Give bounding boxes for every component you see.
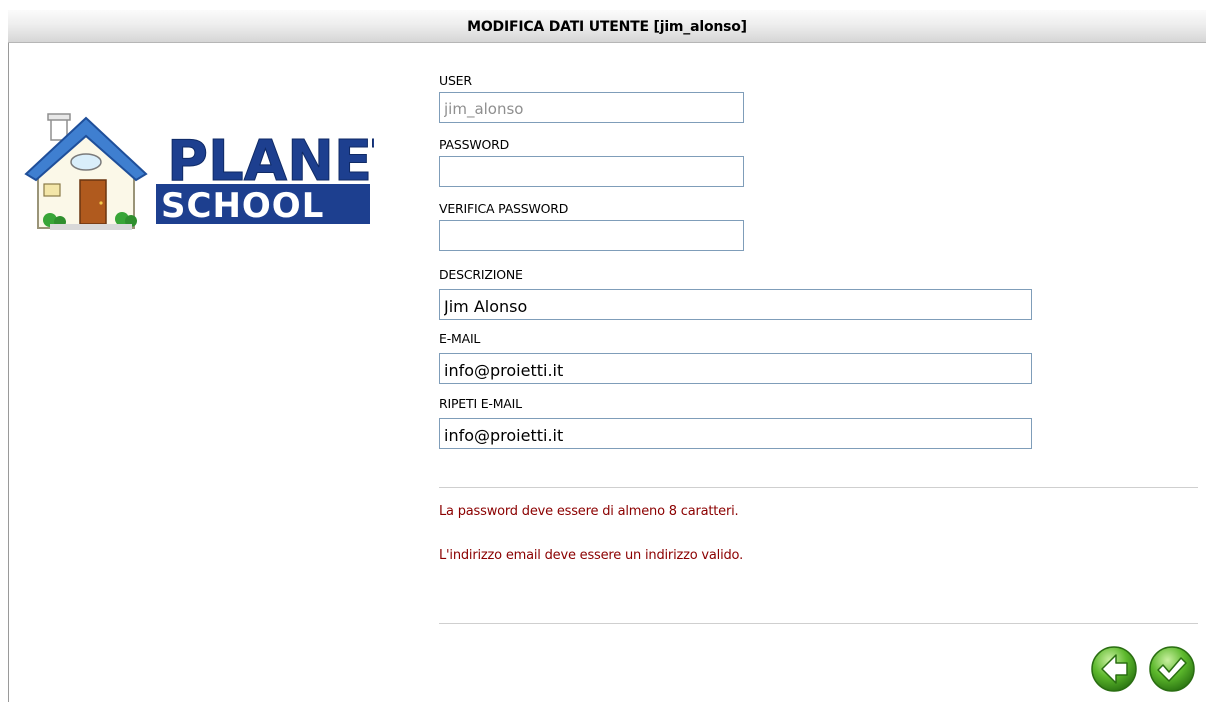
divider xyxy=(439,623,1198,624)
planet-school-logo: PLANET SCHOOL xyxy=(24,113,374,230)
house-icon xyxy=(24,113,148,230)
description-label: DESCRIZIONE xyxy=(439,267,523,282)
user-label: USER xyxy=(439,73,472,88)
password-input[interactable] xyxy=(439,156,744,187)
user-input[interactable] xyxy=(439,92,744,123)
error-message: L'indirizzo email deve essere un indiriz… xyxy=(439,548,744,563)
password-label: PASSWORD xyxy=(439,137,510,152)
email-label: E-MAIL xyxy=(439,331,481,346)
repeat-email-label: RIPETI E-MAIL xyxy=(439,396,522,411)
logo-text-school: SCHOOL xyxy=(161,186,324,226)
divider xyxy=(439,487,1198,488)
repeat-email-input[interactable] xyxy=(439,418,1032,449)
description-input[interactable] xyxy=(439,289,1032,320)
confirm-button[interactable] xyxy=(1148,645,1196,693)
verify-password-input[interactable] xyxy=(439,220,744,251)
back-button[interactable] xyxy=(1090,645,1138,693)
error-message: La password deve essere di almeno 8 cara… xyxy=(439,504,739,519)
verify-password-label: VERIFICA PASSWORD xyxy=(439,201,569,216)
title-bar: MODIFICA DATI UTENTE [jim_alonso] xyxy=(8,10,1206,43)
page-title: MODIFICA DATI UTENTE [jim_alonso] xyxy=(467,19,747,35)
email-input[interactable] xyxy=(439,353,1032,384)
